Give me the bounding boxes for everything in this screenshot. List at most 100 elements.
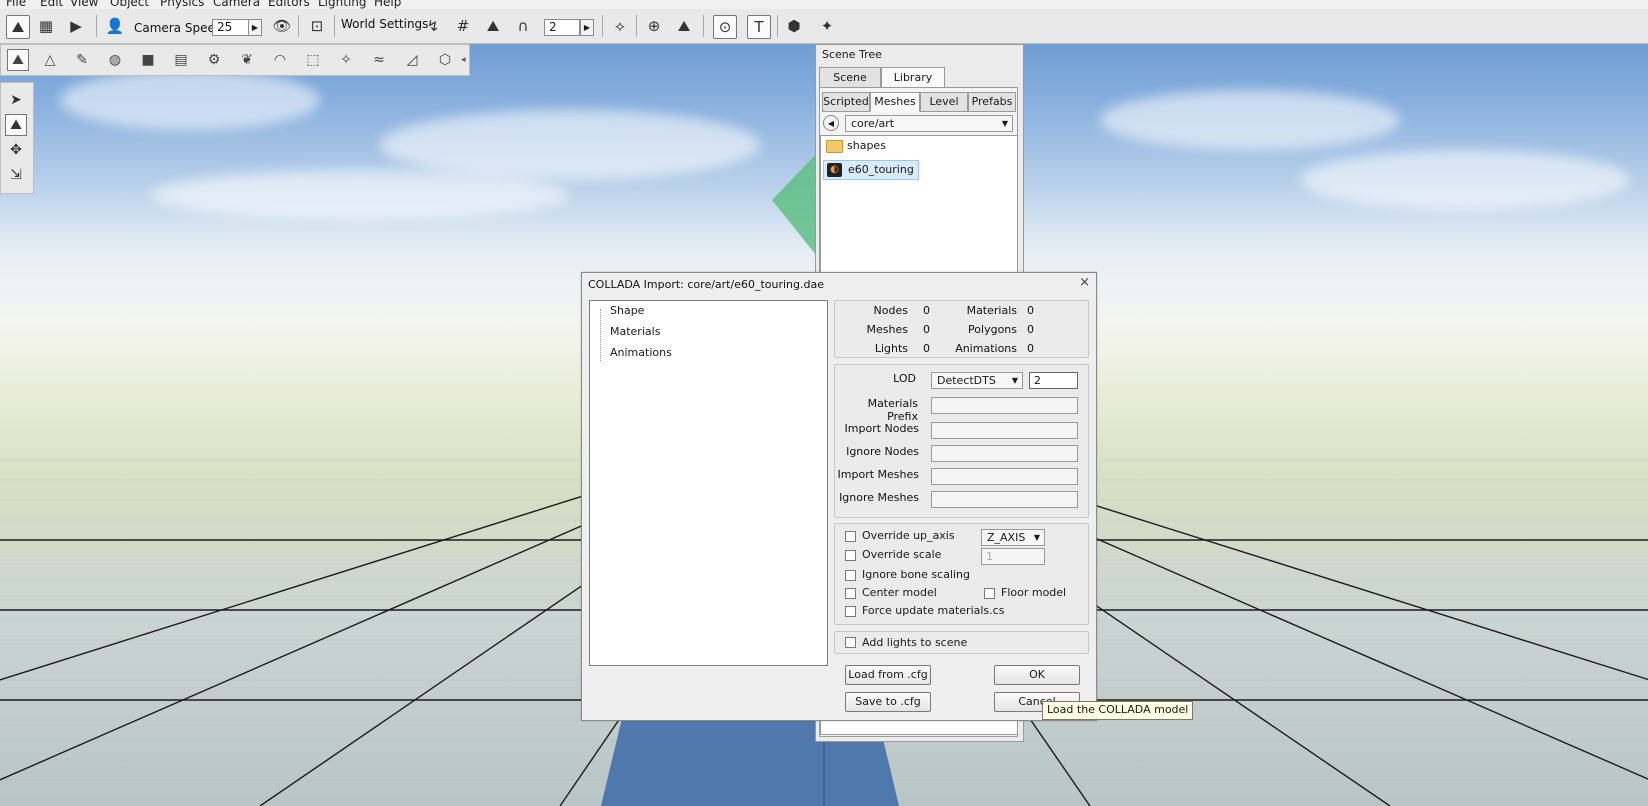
center-model-label: Center model [862,586,937,599]
select-object-icon[interactable]: ⟡ [609,15,631,37]
river-icon[interactable]: ≈ [368,49,390,71]
ignore-meshes-label: Ignore Meshes [839,491,919,504]
floor-model-checkbox[interactable] [984,588,995,599]
ignore-bone-scaling-checkbox[interactable] [845,570,856,581]
scale-icon[interactable]: ⇲ [5,164,27,186]
world-editor-icon[interactable]: ⛰ [6,15,30,39]
terrain-snap-icon[interactable]: ⛰ [482,15,504,37]
move-icon[interactable]: ⛰ [5,114,27,136]
center-model-checkbox[interactable] [845,588,856,599]
text-icon[interactable]: T [747,15,771,39]
toolbar-separator [703,15,704,37]
back-arrow-icon[interactable]: ◀ [823,115,839,131]
save-to-cfg-button[interactable]: Save to .cfg [845,692,931,712]
road-icon[interactable]: ◠ [269,49,291,71]
animations-label: Animations [955,342,1017,355]
snap-value-field[interactable]: 2 [544,19,580,36]
tree-item-animations[interactable]: Animations [610,346,672,359]
gui-editor-icon[interactable]: ▦ [35,15,57,37]
subtab-scripted[interactable]: Scripted [822,92,870,112]
toolbar-separator [636,15,637,37]
load-from-cfg-button[interactable]: Load from .cfg [845,665,931,685]
override-up-axis-checkbox[interactable] [845,531,856,542]
navmesh-icon[interactable]: ✧ [335,49,357,71]
ignore-meshes-field[interactable] [931,491,1078,508]
ok-button[interactable]: OK [994,665,1080,685]
menu-camera[interactable]: Camera [213,0,260,9]
collapse-arrow-icon[interactable]: ◂ [461,45,467,75]
menu-view[interactable]: View [70,0,98,9]
camera-person-icon[interactable]: 👤 [104,15,126,37]
camera-frame-icon[interactable]: ⊡ [306,15,328,37]
play-icon[interactable]: ▶ [65,15,87,37]
materials-label: Materials [966,304,1017,317]
list-item-e60-touring[interactable]: ◐ e60_touring [823,160,919,180]
object-editor-icon[interactable]: ⛰ [7,49,29,71]
select-arrow-icon[interactable]: ➤ [5,89,27,111]
lights-group: Add lights to scene [834,631,1089,654]
subtab-meshes[interactable]: Meshes [870,92,920,112]
animations-value: 0 [1027,342,1034,355]
import-nodes-field[interactable] [931,422,1078,439]
drop-object-icon[interactable]: ⬢ [783,15,805,37]
terrain-painter-icon[interactable]: ✎ [71,49,93,71]
lod-dropdown[interactable]: DetectDTS ▼ [931,372,1023,389]
rotate-icon[interactable]: ✥ [5,139,27,161]
menu-physics[interactable]: Physics [160,0,204,9]
up-axis-dropdown[interactable]: Z_AXIS ▼ [981,529,1045,546]
menu-lighting[interactable]: Lighting [318,0,367,9]
camera-speed-field[interactable]: 25 [212,19,249,36]
override-scale-checkbox[interactable] [845,550,856,561]
tree-item-shape[interactable]: Shape [610,304,644,317]
mesh-icon: ◐ [827,163,842,177]
add-lights-checkbox[interactable] [845,637,856,648]
import-meshes-field[interactable] [931,468,1078,485]
subtab-prefabs[interactable]: Prefabs [968,92,1016,112]
menu-file[interactable]: File [6,0,26,9]
list-item-shapes[interactable]: shapes [823,137,886,155]
close-icon[interactable]: × [1079,275,1090,290]
tooltip: Load the COLLADA model [1042,701,1194,720]
lod-size-field[interactable]: 2 [1029,372,1078,389]
pivot-icon[interactable]: ⊕ [643,15,665,37]
subtab-level[interactable]: Level [920,92,968,112]
tab-scene[interactable]: Scene [819,67,881,88]
tree-item-materials[interactable]: Materials [610,325,660,338]
bounds-icon[interactable]: ⛰ [673,15,695,37]
snap-value-arrow[interactable]: ▶ [580,19,594,36]
materials-prefix-field[interactable] [931,397,1078,414]
particle-icon[interactable]: ⚙ [203,49,225,71]
menu-editors[interactable]: Editors [268,0,310,9]
decal-icon[interactable]: ⬚ [302,49,324,71]
menu-bar: File Edit View Object Physics Camera Edi… [0,0,1648,9]
object-center-icon[interactable]: ⊙ [713,15,737,39]
menu-help[interactable]: Help [374,0,401,9]
lights-label: Lights [874,342,908,355]
camera-speed-label: Camera Speed [134,21,223,35]
eye-icon[interactable]: 👁 [271,15,293,37]
menu-object[interactable]: Object [110,0,149,9]
grid-snap-icon[interactable]: # [452,15,474,37]
material-editor-icon[interactable]: ■ [137,49,159,71]
prefab-icon[interactable]: ✦ [816,15,838,37]
camera-speed-arrow[interactable]: ▶ [248,19,262,36]
path-dropdown[interactable]: core/art ▼ [845,115,1013,132]
green-shape[interactable] [772,150,820,260]
ignore-nodes-field[interactable] [931,445,1078,462]
snap-rotate-icon[interactable]: ↯ [422,15,444,37]
terrain-editor-icon[interactable]: △ [39,49,61,71]
collada-import-dialog: COLLADA Import: core/art/e60_touring.dae… [581,272,1097,721]
forest-icon[interactable]: ❦ [236,49,258,71]
nodes-label: Nodes [873,304,908,317]
magnet-icon[interactable]: ∩ [512,15,534,37]
scale-field[interactable]: 1 [981,548,1045,565]
force-update-materials-checkbox[interactable] [845,606,856,617]
toolbar-separator [298,15,299,37]
mesh-road-icon[interactable]: ◿ [401,49,423,71]
convex-icon[interactable]: ⬡ [434,49,456,71]
globe-icon[interactable]: ◍ [104,49,126,71]
menu-edit[interactable]: Edit [40,0,63,9]
tab-library[interactable]: Library [881,67,945,88]
datablock-icon[interactable]: ▤ [170,49,192,71]
world-settings-label[interactable]: World Settings [341,17,428,31]
